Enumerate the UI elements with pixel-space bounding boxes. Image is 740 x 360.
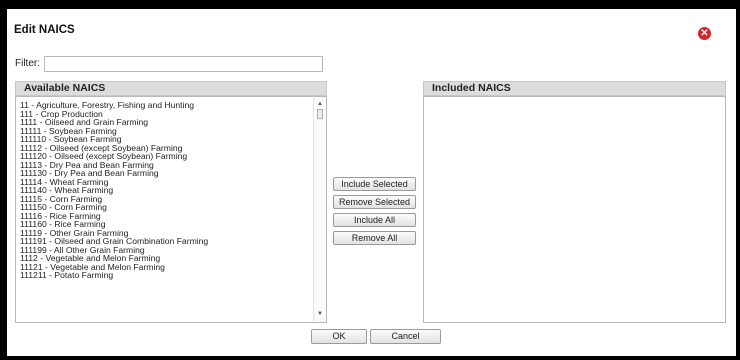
- close-icon[interactable]: ✕: [698, 27, 711, 40]
- filter-input[interactable]: [44, 56, 323, 72]
- available-list-scrollbar[interactable]: ▲ ▼: [313, 97, 326, 322]
- dialog-title: Edit NAICS: [14, 24, 75, 36]
- remove-selected-button[interactable]: Remove Selected: [333, 195, 416, 209]
- filter-label: Filter:: [15, 58, 40, 69]
- window-left-border: [0, 0, 7, 360]
- window-bottom-border: [0, 356, 740, 360]
- included-naics-header: Included NAICS: [423, 81, 726, 96]
- scroll-thumb[interactable]: [317, 109, 323, 119]
- ok-button[interactable]: OK: [311, 329, 367, 344]
- include-selected-button[interactable]: Include Selected: [333, 177, 416, 191]
- list-item[interactable]: 111211 - Potato Farming: [20, 271, 312, 280]
- window-right-border: [736, 0, 740, 360]
- scroll-down-arrow-icon[interactable]: ▼: [317, 311, 323, 317]
- available-naics-header: Available NAICS: [15, 81, 327, 96]
- included-naics-list[interactable]: [423, 96, 726, 323]
- window-top-border: [0, 0, 740, 9]
- include-all-button[interactable]: Include All: [333, 213, 416, 227]
- scroll-up-arrow-icon[interactable]: ▲: [317, 101, 323, 107]
- available-naics-list[interactable]: 11 - Agriculture, Forestry, Fishing and …: [15, 96, 327, 323]
- remove-all-button[interactable]: Remove All: [333, 231, 416, 245]
- cancel-button[interactable]: Cancel: [370, 329, 441, 344]
